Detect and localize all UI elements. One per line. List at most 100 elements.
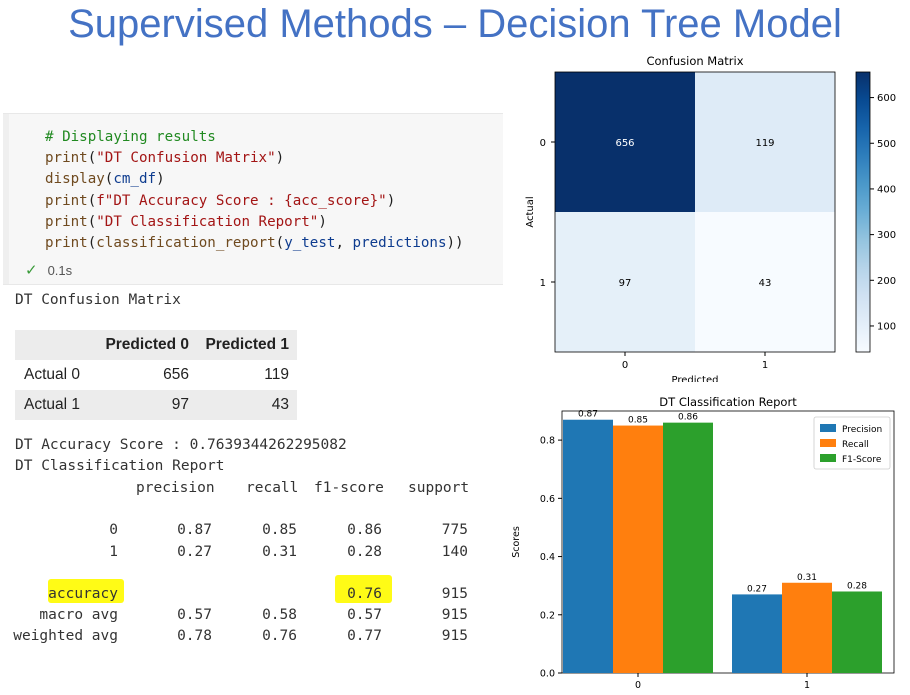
- legend-label: Precision: [842, 425, 882, 435]
- x-tick-label: 1: [804, 680, 810, 691]
- execution-status: ✓ 0.1s: [25, 261, 72, 279]
- colorbar-tick-label: 600: [877, 93, 896, 104]
- report-header-support: support: [408, 480, 470, 496]
- report-cell: 0.76: [347, 586, 382, 602]
- code-line-1: print("DT Confusion Matrix"): [45, 150, 285, 167]
- accuracy-score-line: DT Accuracy Score : 0.7639344262295082: [15, 437, 347, 453]
- code-line-4: print("DT Classification Report"): [45, 213, 327, 230]
- table-cell: 119: [197, 360, 297, 390]
- code-cell[interactable]: # Displaying results print("DT Confusion…: [3, 113, 503, 285]
- code-line-5: print(classification_report(y_test, pred…: [45, 235, 464, 252]
- confusion-matrix-chart: Confusion Matrix 656 119 97 43 0 1 0 1 Predicted A…: [525, 54, 896, 382]
- code-line-comment: # Displaying results: [45, 129, 216, 145]
- chart-title: DT Classification Report: [659, 395, 797, 409]
- code-block[interactable]: # Displaying results print("DT Confusion…: [45, 127, 464, 254]
- report-heading: DT Classification Report: [15, 458, 225, 474]
- legend-swatch: [820, 439, 836, 447]
- classification-report-chart: DT Classification Report 0.0 0.2 0.4 0.6 0.8 S…: [511, 395, 895, 691]
- confusion-matrix-table: Predicted 0 Predicted 1 Actual 0 656 119…: [15, 330, 297, 420]
- y-tick-label: 0: [540, 138, 546, 149]
- report-cell: 0.31: [262, 544, 297, 560]
- row-label: Actual 1: [15, 390, 97, 420]
- report-cell: 915: [441, 607, 468, 623]
- code-line-3: print(f"DT Accuracy Score : {acc_score}"…: [45, 192, 396, 209]
- report-cell: 140: [441, 544, 468, 560]
- report-cell: 775: [441, 522, 468, 538]
- bar: [613, 425, 663, 673]
- y-tick-label: 0.2: [540, 610, 555, 621]
- report-row-label: 0: [109, 522, 118, 538]
- chart-title: Confusion Matrix: [646, 54, 743, 68]
- x-tick-label: 1: [762, 360, 768, 371]
- bar: [832, 591, 882, 673]
- code-line-2: display(cm_df): [45, 171, 165, 188]
- report-cell: 0.76: [262, 628, 297, 644]
- bar: [663, 422, 713, 673]
- table-cell: 656: [97, 360, 197, 390]
- legend-label: Recall: [842, 440, 869, 450]
- slide-title: Supervised Methods – Decision Tree Model: [68, 2, 842, 46]
- bar: [732, 594, 782, 673]
- report-row-label: 1: [109, 544, 118, 560]
- bar-value-label: 0.27: [747, 584, 767, 594]
- report-cell: 0.27: [177, 544, 212, 560]
- execution-time: 0.1s: [47, 263, 73, 278]
- y-tick-label: 1: [540, 278, 546, 289]
- legend-swatch: [820, 454, 836, 462]
- cell-gutter: [3, 114, 9, 284]
- cell-value-label: 119: [755, 138, 774, 149]
- cell-value-label: 656: [615, 138, 634, 149]
- column-header: Predicted 0: [97, 330, 197, 360]
- cm-heading: DT Confusion Matrix: [15, 292, 181, 308]
- y-tick-label: 0.4: [540, 552, 555, 563]
- bar-value-label: 0.31: [797, 573, 817, 583]
- report-cell: 0.28: [347, 544, 382, 560]
- report-header-f1: f1-score: [314, 480, 384, 496]
- report-cell: 0.57: [177, 607, 212, 623]
- report-cell: 915: [441, 628, 468, 644]
- legend-swatch: [820, 424, 836, 432]
- report-cell: 0.86: [347, 522, 382, 538]
- colorbar-tick-label: 400: [877, 184, 896, 195]
- table-cell: 97: [97, 390, 197, 420]
- colorbar-tick-label: 100: [877, 321, 896, 332]
- legend-label: F1-Score: [842, 455, 882, 465]
- report-cell: 0.78: [177, 628, 212, 644]
- y-axis-label: Scores: [511, 526, 522, 558]
- report-cell: 915: [441, 586, 468, 602]
- colorbar-tick-label: 300: [877, 230, 896, 241]
- table-cell: 43: [197, 390, 297, 420]
- report-cell: 0.87: [177, 522, 212, 538]
- y-tick-label: 0.0: [540, 669, 555, 680]
- cell-value-label: 97: [619, 278, 632, 289]
- report-row-label: macro avg: [39, 607, 118, 623]
- x-tick-label: 0: [635, 680, 641, 691]
- report-cell: 0.57: [347, 607, 382, 623]
- row-label: Actual 0: [15, 360, 97, 390]
- y-tick-label: 0.6: [540, 494, 555, 505]
- table-corner-header: [15, 330, 97, 360]
- bar-value-label: 0.86: [678, 413, 698, 423]
- colorbar-tick-label: 200: [877, 276, 896, 287]
- report-cell: 0.77: [347, 628, 382, 644]
- bar-value-label: 0.28: [847, 581, 867, 591]
- table-row: Actual 1 97 43: [15, 390, 297, 420]
- column-header: Predicted 1: [197, 330, 297, 360]
- cell-value-label: 43: [759, 278, 772, 289]
- bar: [563, 419, 613, 673]
- report-row-label: accuracy: [48, 586, 118, 602]
- checkmark-icon: ✓: [25, 262, 38, 279]
- y-tick-label: 0.8: [540, 436, 555, 447]
- bar-value-label: 0.87: [578, 410, 598, 420]
- report-cell: 0.58: [262, 607, 297, 623]
- report-header-recall: recall: [246, 480, 299, 496]
- report-cell: 0.85: [262, 522, 297, 538]
- colorbar-tick-label: 500: [877, 139, 896, 150]
- x-axis-label: Predicted: [672, 375, 719, 382]
- report-row-label: weighted avg: [13, 628, 118, 644]
- colorbar: [855, 71, 871, 353]
- bar-value-label: 0.85: [628, 416, 648, 426]
- report-header-precision: precision: [136, 480, 215, 496]
- y-axis-label: Actual: [525, 196, 536, 227]
- x-tick-label: 0: [622, 360, 628, 371]
